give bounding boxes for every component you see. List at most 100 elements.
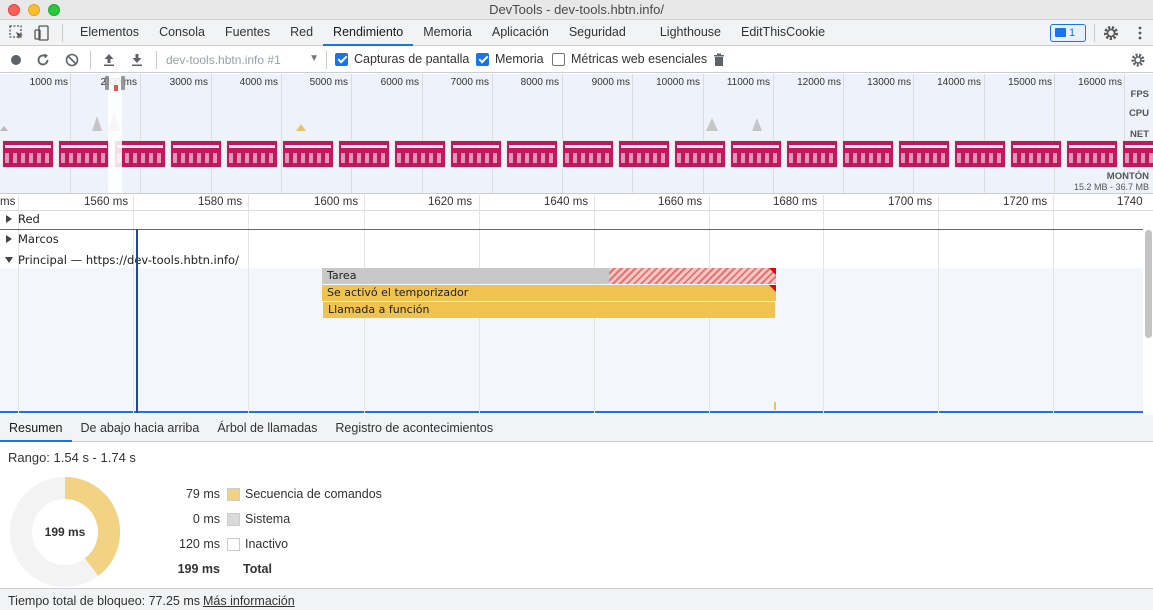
expand-arrow-icon[interactable]	[6, 215, 12, 223]
download-profile-icon[interactable]	[129, 52, 145, 68]
capture-settings-gear-icon[interactable]	[1130, 52, 1146, 68]
main-tab-bar: Elementos Consola Fuentes Red Rendimient…	[0, 20, 1153, 46]
ruler-tick-label: 1560 ms	[84, 196, 129, 208]
web-vitals-checkbox[interactable]: Métricas web esenciales	[552, 52, 707, 66]
issues-badge[interactable]: 1	[1050, 24, 1086, 42]
function-call-label: Llamada a función	[328, 303, 430, 316]
learn-more-link[interactable]: Más información	[203, 594, 295, 608]
settings-gear-icon[interactable]	[1102, 24, 1120, 42]
tab-summary[interactable]: Resumen	[0, 415, 72, 442]
checkbox-checked-icon	[335, 52, 348, 66]
ruler-tick-label: ms	[0, 196, 16, 208]
screenshot-frame[interactable]	[954, 140, 1006, 168]
screenshot-frame[interactable]	[226, 140, 278, 168]
window-title: DevTools - dev-tools.hbtn.info/	[489, 2, 664, 17]
ruler-tick-label: 1740	[1117, 196, 1143, 208]
upload-profile-icon[interactable]	[101, 52, 117, 68]
screenshot-frame[interactable]	[786, 140, 838, 168]
ruler-tick-label: 1600 ms	[314, 196, 359, 208]
tab-event-log[interactable]: Registro de acontecimientos	[326, 415, 502, 442]
network-track[interactable]: Red	[0, 209, 1143, 229]
details-tabs: Resumen De abajo hacia arriba Árbol de l…	[0, 415, 1153, 442]
tab-call-tree[interactable]: Árbol de llamadas	[208, 415, 326, 442]
overview-tick-label: 8000 ms	[520, 77, 559, 88]
more-options-icon[interactable]	[1131, 24, 1149, 42]
screenshot-frame[interactable]	[2, 140, 54, 168]
long-task-overlay[interactable]	[609, 268, 776, 284]
screenshot-frame[interactable]	[842, 140, 894, 168]
selection-right-handle[interactable]	[121, 76, 125, 90]
tab-elements[interactable]: Elementos	[70, 20, 149, 46]
expand-arrow-icon[interactable]	[6, 235, 12, 243]
checkbox-checked-icon	[476, 52, 489, 66]
main-thread-track[interactable]: Principal — https://dev-tools.hbtn.info/	[0, 250, 1143, 270]
selection-marker	[114, 85, 118, 91]
screenshot-frame[interactable]	[730, 140, 782, 168]
small-script-event[interactable]	[774, 402, 776, 410]
inspect-element-icon[interactable]	[8, 24, 26, 42]
checkbox-unchecked-icon	[552, 52, 565, 66]
network-track-label: Red	[18, 212, 40, 226]
reload-record-icon[interactable]	[35, 52, 51, 68]
toolbar-divider	[62, 24, 63, 42]
screenshots-checkbox[interactable]: Capturas de pantalla	[335, 52, 469, 66]
screenshot-frame[interactable]	[338, 140, 390, 168]
screenshot-frame[interactable]	[58, 140, 110, 168]
screenshot-frame[interactable]	[506, 140, 558, 168]
overview-gridline	[1054, 74, 1055, 193]
summary-category: Secuencia de comandos	[245, 487, 382, 501]
tab-security[interactable]: Seguridad	[559, 20, 650, 46]
time-cursor	[136, 229, 138, 413]
device-toolbar-icon[interactable]	[33, 24, 51, 42]
selection-left-handle[interactable]	[105, 76, 109, 90]
trash-icon[interactable]	[711, 52, 727, 68]
task-event[interactable]: Tarea	[322, 268, 609, 284]
total-blocking-time: Tiempo total de bloqueo: 77.25 ms	[8, 594, 201, 608]
overview-selection-window[interactable]	[105, 74, 125, 193]
clear-icon[interactable]	[64, 52, 80, 68]
web-vitals-label: Métricas web esenciales	[571, 52, 708, 66]
collapse-arrow-icon[interactable]	[5, 257, 13, 263]
screenshot-frame[interactable]	[674, 140, 726, 168]
screenshot-frame[interactable]	[1066, 140, 1118, 168]
screenshot-frame[interactable]	[562, 140, 614, 168]
screenshot-frame[interactable]	[1010, 140, 1062, 168]
summary-total-value: 199 ms	[177, 562, 220, 576]
tab-application[interactable]: Aplicación	[482, 20, 559, 46]
timer-fired-event[interactable]: Se activó el temporizador	[322, 285, 776, 301]
screenshot-frame[interactable]	[394, 140, 446, 168]
vertical-scrollbar[interactable]	[1145, 230, 1152, 338]
overview-tick-label: 3000 ms	[169, 77, 208, 88]
ruler-tick-label: 1700 ms	[888, 196, 933, 208]
issues-count: 1	[1069, 27, 1076, 39]
profile-select-value: dev-tools.hbtn.info #1	[166, 53, 281, 67]
overview-tick-label: 15000 ms	[1008, 77, 1052, 88]
function-call-event[interactable]: Llamada a función	[323, 302, 775, 318]
screenshot-frame[interactable]	[618, 140, 670, 168]
tab-performance[interactable]: Rendimiento	[323, 20, 414, 46]
profile-select[interactable]: dev-tools.hbtn.info #1 ▼	[166, 53, 321, 67]
tab-lighthouse[interactable]: Lighthouse	[650, 20, 731, 46]
toolbar-divider	[156, 51, 157, 69]
frames-track[interactable]: Marcos	[0, 229, 1143, 249]
memory-label: Memoria	[495, 52, 544, 66]
screenshot-frame[interactable]	[450, 140, 502, 168]
record-icon[interactable]	[8, 52, 24, 68]
main-tabs: Elementos Consola Fuentes Red Rendimient…	[70, 20, 835, 46]
screenshot-frame[interactable]	[1122, 140, 1153, 168]
screenshot-frame[interactable]	[282, 140, 334, 168]
tab-bottom-up[interactable]: De abajo hacia arriba	[72, 415, 209, 442]
performance-toolbar: dev-tools.hbtn.info #1 ▼ Capturas de pan…	[0, 47, 1153, 73]
tab-network[interactable]: Red	[280, 20, 323, 46]
tab-editthiscookie[interactable]: EditThisCookie	[731, 20, 835, 46]
screenshot-frame[interactable]	[170, 140, 222, 168]
overview-gridline	[984, 74, 985, 193]
tab-sources[interactable]: Fuentes	[215, 20, 280, 46]
tab-console[interactable]: Consola	[149, 20, 215, 46]
screenshot-frame[interactable]	[898, 140, 950, 168]
overview-tick-label: 13000 ms	[867, 77, 911, 88]
memory-checkbox[interactable]: Memoria	[476, 52, 544, 66]
timeline-overview[interactable]: 1000 ms 2 000 ms 3000 ms 4000 ms 5000 ms…	[0, 74, 1153, 194]
toolbar-divider	[1094, 24, 1095, 42]
tab-memory[interactable]: Memoria	[413, 20, 482, 46]
